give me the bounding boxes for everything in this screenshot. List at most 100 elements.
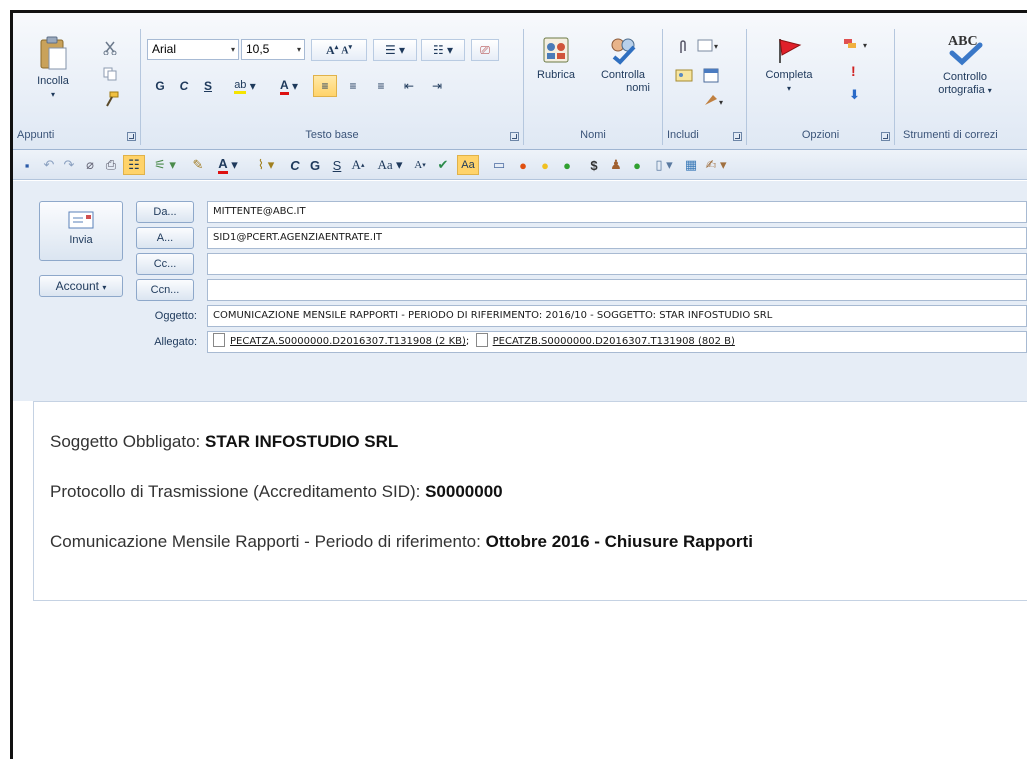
clear-format-button[interactable]: ⎚ bbox=[471, 39, 499, 61]
account-button[interactable]: Account ▾ bbox=[39, 275, 123, 297]
align-right-icon: ≡ bbox=[377, 79, 385, 93]
underline-button[interactable]: S bbox=[197, 75, 219, 97]
insert-item-icon[interactable]: ▭ bbox=[489, 155, 509, 175]
cc-button[interactable]: Cc... bbox=[136, 253, 194, 275]
grow-font-icon[interactable]: A▴ bbox=[349, 155, 367, 175]
svg-text:▾: ▾ bbox=[714, 42, 718, 51]
font-color-icon[interactable]: A ▾ bbox=[211, 155, 245, 175]
group-clipboard: Incolla ▾ Appunti bbox=[13, 29, 141, 145]
dialog-launcher-icon[interactable] bbox=[881, 132, 890, 141]
paste-button[interactable]: Incolla ▾ bbox=[31, 35, 75, 101]
attach-icon[interactable]: ⌀ bbox=[83, 155, 97, 175]
align-left-button[interactable]: ≡ bbox=[313, 75, 337, 97]
bold-button[interactable]: G bbox=[149, 75, 171, 97]
symbol-icon[interactable]: $ bbox=[585, 155, 603, 175]
bullets-icon[interactable]: ⚟ ▾ bbox=[151, 155, 179, 175]
picture-icon[interactable]: ▦ bbox=[681, 155, 701, 175]
signature-icon[interactable]: ▾ bbox=[703, 93, 727, 109]
signature-icon[interactable]: ✍ ▾ bbox=[705, 155, 727, 175]
align-center-icon: ≡ bbox=[349, 79, 357, 93]
svg-text:▾: ▾ bbox=[863, 41, 867, 50]
attach-file-icon[interactable] bbox=[677, 39, 689, 55]
dialog-launcher-icon[interactable] bbox=[510, 132, 519, 141]
font-family-select[interactable]: Arial ▾ bbox=[147, 39, 239, 60]
from-field[interactable]: MITTENTE@ABC.IT bbox=[207, 201, 1027, 223]
numbering-button[interactable]: ☷ ▾ bbox=[421, 39, 465, 61]
change-case-icon[interactable]: Aa ▾ bbox=[371, 155, 409, 175]
cut-icon[interactable] bbox=[103, 41, 117, 55]
text-style-icon[interactable]: Aa bbox=[457, 155, 479, 175]
decrease-indent-button[interactable]: ⇤ bbox=[397, 75, 421, 97]
to-field[interactable]: SID1@PCERT.AGENZIAENTRATE.IT bbox=[207, 227, 1027, 249]
font-family-value: Arial bbox=[152, 42, 177, 56]
attachment-link[interactable]: PECATZB.S0000000.D2016307.T131908 (802 B… bbox=[493, 336, 735, 347]
yellow-status-icon[interactable]: ● bbox=[537, 155, 553, 175]
undo-icon[interactable]: ↶ bbox=[41, 155, 57, 175]
grow-shrink-font-buttons[interactable]: A▴ A▾ bbox=[311, 39, 367, 61]
italic-icon[interactable]: C bbox=[287, 155, 303, 175]
subject-field[interactable]: COMUNICAZIONE MENSILE RAPPORTI - PERIODO… bbox=[207, 305, 1027, 327]
format-painter-icon[interactable]: ✎ bbox=[189, 155, 207, 175]
business-card-icon[interactable] bbox=[675, 67, 693, 83]
chevron-down-icon: ▾ bbox=[102, 283, 107, 292]
file-icon bbox=[213, 333, 225, 347]
address-book-button[interactable]: Rubrica bbox=[528, 35, 584, 82]
font-size-value: 10,5 bbox=[246, 42, 270, 56]
increase-indent-button[interactable]: ⇥ bbox=[425, 75, 449, 97]
grow-font-icon[interactable]: A▴ bbox=[326, 43, 338, 58]
bcc-button[interactable]: Ccn... bbox=[136, 279, 194, 301]
subject-label: Oggetto: bbox=[154, 310, 197, 322]
envelope-icon bbox=[68, 211, 94, 229]
cc-field[interactable] bbox=[207, 253, 1027, 275]
from-button[interactable]: Da... bbox=[136, 201, 194, 223]
high-importance-icon[interactable]: ! bbox=[851, 63, 856, 79]
check-names-icon[interactable]: ✔ bbox=[433, 155, 453, 175]
follow-up-button[interactable]: Completa ▾ bbox=[757, 35, 821, 95]
low-importance-icon[interactable]: ⬇ bbox=[849, 87, 860, 103]
red-status-icon[interactable]: ● bbox=[515, 155, 531, 175]
shrink-font-icon[interactable]: A▾ bbox=[341, 43, 352, 56]
spell-check-icon: ABC bbox=[948, 34, 983, 66]
attach-item-icon[interactable]: ▾ bbox=[697, 39, 719, 53]
spelling-button[interactable]: ABC Controllo ortografia ▾ bbox=[915, 31, 1015, 97]
copy-icon[interactable] bbox=[103, 67, 117, 81]
online-status-icon[interactable]: ● bbox=[629, 155, 645, 175]
group-label-clipboard: Appunti bbox=[17, 129, 55, 141]
categorize-icon[interactable]: ▾ bbox=[843, 37, 873, 51]
underline-icon[interactable]: S bbox=[329, 155, 345, 175]
highlight-icon[interactable]: ⌇ ▾ bbox=[249, 155, 283, 175]
numbering-icon: ☷ ▾ bbox=[432, 43, 454, 57]
print-preview-icon[interactable]: ⎙ bbox=[103, 155, 119, 175]
attachment-link[interactable]: PECATZA.S0000000.D2016307.T131908 (2 KB) bbox=[230, 336, 466, 347]
message-body[interactable]: Soggetto Obbligato: STAR INFOSTUDIO SRL … bbox=[33, 401, 1027, 601]
redo-icon[interactable]: ↷ bbox=[61, 155, 77, 175]
file-icon bbox=[475, 333, 488, 347]
save-icon[interactable]: ▪ bbox=[19, 155, 35, 175]
body-value: Ottobre 2016 - Chiusure Rapporti bbox=[485, 532, 753, 551]
contact-icon[interactable]: ♟ bbox=[607, 155, 625, 175]
to-button[interactable]: A... bbox=[136, 227, 194, 249]
calendar-icon[interactable] bbox=[703, 67, 719, 83]
address-book-icon[interactable]: ☷ bbox=[123, 155, 145, 175]
align-right-button[interactable]: ≡ bbox=[369, 75, 393, 97]
bullets-button[interactable]: ☰ ▾ bbox=[373, 39, 417, 61]
dialog-launcher-icon[interactable] bbox=[127, 132, 136, 141]
green-status-icon[interactable]: ● bbox=[559, 155, 575, 175]
check-names-button[interactable]: Controlla nomi bbox=[588, 35, 658, 95]
group-basic-text: Arial ▾ 10,5 ▾ A▴ A▾ ☰ ▾ ☷ ▾ ⎚ G C S ab … bbox=[141, 29, 524, 145]
format-painter-icon[interactable] bbox=[103, 91, 119, 107]
font-color-button[interactable]: A ▾ bbox=[269, 75, 309, 97]
highlight-button[interactable]: ab ▾ bbox=[225, 75, 265, 97]
bullets-icon: ☰ ▾ bbox=[384, 43, 406, 57]
send-button[interactable]: Invia bbox=[39, 201, 123, 261]
italic-button[interactable]: C bbox=[173, 75, 195, 97]
page-icon[interactable]: ▯ ▾ bbox=[649, 155, 679, 175]
bold-icon[interactable]: G bbox=[307, 155, 323, 175]
attachment-field: PECATZA.S0000000.D2016307.T131908 (2 KB)… bbox=[207, 331, 1027, 353]
font-size-select[interactable]: 10,5 ▾ bbox=[241, 39, 305, 60]
dialog-launcher-icon[interactable] bbox=[733, 132, 742, 141]
shrink-font-icon[interactable]: A▾ bbox=[411, 155, 429, 175]
group-label-basic-text: Testo base bbox=[305, 129, 359, 141]
bcc-field[interactable] bbox=[207, 279, 1027, 301]
align-center-button[interactable]: ≡ bbox=[341, 75, 365, 97]
